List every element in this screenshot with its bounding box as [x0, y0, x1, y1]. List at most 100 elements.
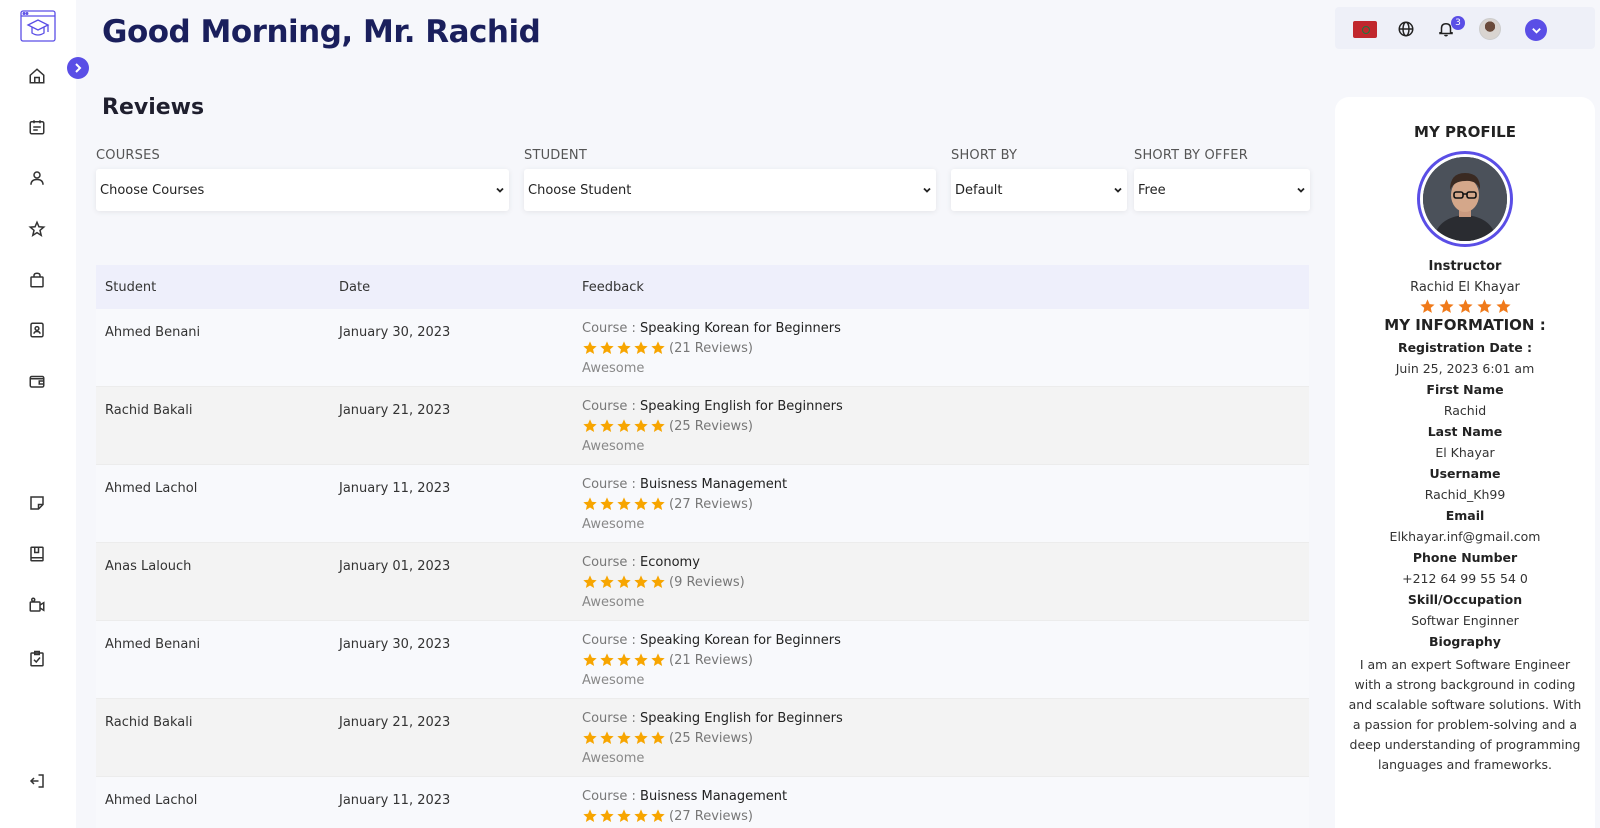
- sidebar-item-profile[interactable]: [28, 169, 48, 189]
- sidebar-item-calendar[interactable]: [28, 118, 48, 138]
- course-name[interactable]: Speaking English for Beginners: [640, 711, 843, 726]
- sidebar-item-assignments[interactable]: [28, 650, 48, 670]
- section-title: Reviews: [102, 95, 205, 120]
- home-icon: [29, 68, 45, 84]
- sidebar-item-home[interactable]: [28, 67, 48, 87]
- feedback-cell: Course : Speaking English for Beginners (…: [582, 699, 1309, 776]
- sidebar-item-orders[interactable]: [28, 271, 48, 291]
- biography-label: Biography: [1429, 634, 1501, 649]
- sidebar: [0, 0, 76, 828]
- sidebar-item-notes[interactable]: [28, 494, 48, 514]
- sort-by-offer-select[interactable]: Free: [1134, 169, 1310, 211]
- student-name: Rachid Bakali: [105, 715, 193, 730]
- top-toolbar: 3: [1335, 7, 1595, 49]
- courses-select-value: Choose Courses: [100, 182, 205, 198]
- course-line: Course : Buisness Management: [582, 477, 1309, 492]
- courses-select[interactable]: Choose Courses: [96, 169, 509, 211]
- feedback-cell: Course : Speaking Korean for Beginners (2…: [582, 309, 1309, 386]
- avatar[interactable]: [1479, 18, 1501, 40]
- rating-stars: (21 Reviews): [582, 652, 1309, 668]
- star-icon: [583, 731, 597, 744]
- course-name[interactable]: Buisness Management: [640, 477, 787, 492]
- course-name[interactable]: Speaking English for Beginners: [640, 399, 843, 414]
- star-icon: [651, 809, 665, 822]
- table-row[interactable]: Ahmed Benani January 30, 2023 Course : Spe…: [96, 309, 1309, 387]
- calendar-icon: [29, 120, 45, 135]
- wallet-icon: [29, 375, 45, 388]
- student-select[interactable]: Choose Student: [524, 169, 936, 211]
- sort-by-select-value: Default: [955, 182, 1003, 198]
- language-flag-icon[interactable]: [1353, 21, 1377, 38]
- star-icon: [634, 341, 648, 354]
- star-icon: [28, 220, 46, 238]
- student-filter-label: STUDENT: [524, 148, 587, 163]
- course-prefix: Course :: [582, 321, 641, 336]
- sidebar-item-courses[interactable]: [28, 545, 48, 565]
- star-icon: [634, 809, 648, 822]
- star-icon: [600, 341, 614, 354]
- chevron-down-icon: [1297, 187, 1305, 193]
- profile-field-value: Juin 25, 2023 6:01 am: [1395, 361, 1535, 376]
- star-icon: [634, 419, 648, 432]
- star-icon: [583, 809, 597, 822]
- table-row[interactable]: Ahmed Lachol January 11, 2023 Course : Bui…: [96, 777, 1309, 828]
- sidebar-item-live[interactable]: [28, 596, 48, 616]
- student-filter: STUDENT Choose Student: [524, 148, 936, 211]
- sidebar-item-wallet[interactable]: [28, 372, 48, 392]
- profile-field-label: Phone Number: [1412, 550, 1518, 565]
- table-row[interactable]: Rachid Bakali January 21, 2023 Course : Sp…: [96, 699, 1309, 777]
- information-title: MY INFORMATION :: [1384, 316, 1546, 334]
- review-date: January 30, 2023: [339, 325, 451, 340]
- globe-icon[interactable]: [1397, 20, 1415, 38]
- star-icon: [617, 809, 631, 822]
- book-icon: [30, 546, 44, 562]
- table-row[interactable]: Rachid Bakali January 21, 2023 Course : Sp…: [96, 387, 1309, 465]
- review-count: (25 Reviews): [669, 730, 753, 746]
- course-name[interactable]: Speaking Korean for Beginners: [640, 321, 841, 336]
- student-name: Ahmed Benani: [105, 637, 201, 652]
- contact-card-icon: [30, 322, 44, 338]
- shopping-bag-icon: [30, 272, 44, 288]
- star-icon: [600, 653, 614, 666]
- star-icon: [583, 575, 597, 588]
- table-row[interactable]: Ahmed Lachol January 11, 2023 Course : Bui…: [96, 465, 1309, 543]
- note-icon: [30, 496, 44, 510]
- sidebar-item-logout[interactable]: [28, 772, 48, 792]
- table-row[interactable]: Anas Lalouch January 01, 2023 Course : Eco…: [96, 543, 1309, 621]
- feedback-cell: Course : Buisness Management (27 Reviews)…: [582, 465, 1309, 542]
- sidebar-item-reviews[interactable]: [28, 220, 48, 240]
- chevron-down-icon: [1531, 27, 1541, 34]
- course-name[interactable]: Buisness Management: [640, 789, 787, 804]
- feedback-cell: Course : Buisness Management (27 Reviews)…: [582, 777, 1309, 828]
- profile-field-label: Last Name: [1427, 424, 1503, 439]
- star-icon: [583, 419, 597, 432]
- star-icon: [651, 419, 665, 432]
- account-menu-button[interactable]: [1525, 19, 1547, 41]
- sort-by-select[interactable]: Default: [951, 169, 1127, 211]
- profile-photo: [1417, 151, 1513, 247]
- star-icon: [634, 575, 648, 588]
- feedback-text: Awesome: [582, 595, 645, 610]
- feedback-text: Awesome: [582, 673, 645, 688]
- sidebar-toggle-button[interactable]: [67, 57, 89, 79]
- profile-field-value: +212 64 99 55 54 0: [1402, 571, 1528, 586]
- profile-field-label: First Name: [1426, 382, 1504, 397]
- star-icon: [600, 419, 614, 432]
- course-prefix: Course :: [582, 633, 641, 648]
- graduation-cap-icon[interactable]: [20, 10, 56, 42]
- star-icon: [600, 731, 614, 744]
- review-date: January 11, 2023: [339, 481, 451, 496]
- course-prefix: Course :: [582, 789, 641, 804]
- sidebar-item-students[interactable]: [28, 321, 48, 341]
- star-icon: [634, 731, 648, 744]
- profile-field-label: Skill/Occupation: [1407, 592, 1523, 607]
- star-icon: [1457, 299, 1473, 313]
- star-icon: [634, 653, 648, 666]
- course-name[interactable]: Speaking Korean for Beginners: [640, 633, 841, 648]
- star-icon: [600, 497, 614, 510]
- column-header-feedback: Feedback: [582, 279, 644, 295]
- table-row[interactable]: Ahmed Benani January 30, 2023 Course : Spe…: [96, 621, 1309, 699]
- course-name[interactable]: Economy: [640, 555, 700, 570]
- profile-name: Rachid El Khayar: [1410, 280, 1520, 295]
- chevron-down-icon: [496, 187, 504, 193]
